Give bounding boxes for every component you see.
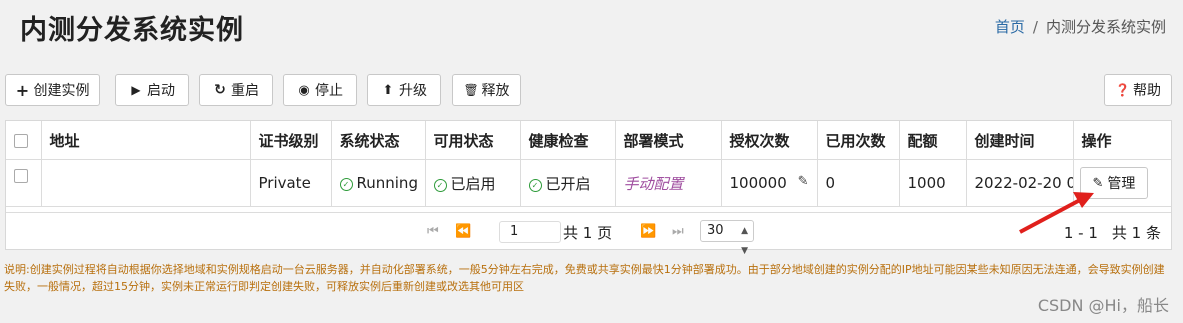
first-page-icon[interactable]: ⏮ bbox=[427, 224, 439, 239]
pagination-info: 1 - 1共 1 条 bbox=[1063, 224, 1161, 242]
deploy-mode-link[interactable]: 手动配置 bbox=[624, 175, 684, 193]
prev-page-icon[interactable]: ⏪ bbox=[455, 224, 471, 239]
play-icon: ▶ bbox=[131, 83, 141, 97]
column-header-available-status[interactable]: 可用状态 bbox=[425, 121, 521, 160]
column-header-address[interactable]: 地址 bbox=[41, 121, 251, 160]
start-button[interactable]: ▶ 启动 bbox=[115, 74, 189, 106]
page-size-select[interactable]: 30 ▲ ▼ bbox=[700, 220, 754, 256]
check-circle-icon: ✓ bbox=[528, 178, 542, 192]
cell-actions: ✎ 管理 bbox=[1073, 159, 1171, 207]
column-header-used-count[interactable]: 已用次数 bbox=[817, 121, 900, 160]
plus-icon: + bbox=[15, 80, 30, 100]
cell-available-status: ✓ 已启用 bbox=[425, 159, 521, 207]
watermark: CSDN @Hi，船长 bbox=[1037, 296, 1169, 315]
column-header-quota[interactable]: 配额 bbox=[899, 121, 967, 160]
cell-health-check: ✓ 已开启 bbox=[520, 159, 616, 207]
total-pages-text: 共 1 页 bbox=[563, 224, 613, 242]
question-circle-icon: ❓ bbox=[1115, 83, 1130, 97]
select-all-checkbox-cell bbox=[6, 121, 42, 160]
pagination-bar: ⏮ ⏪ 1 共 1 页 ⏩ ⏭ 30 ▲ ▼ 1 - 1共 1 条 bbox=[6, 212, 1171, 256]
check-circle-icon: ✓ bbox=[433, 178, 447, 192]
arrow-up-circle-icon: ⬆ bbox=[382, 82, 394, 98]
column-header-cert-level[interactable]: 证书级别 bbox=[250, 121, 332, 160]
page-header: 内测分发系统实例 首页 / 内测分发系统实例 bbox=[0, 0, 1183, 56]
last-page-icon[interactable]: ⏭ bbox=[672, 224, 684, 239]
stop-button[interactable]: ◉ 停止 bbox=[283, 74, 357, 106]
manage-button[interactable]: ✎ 管理 bbox=[1079, 167, 1149, 199]
cell-quota: 1000 bbox=[899, 159, 967, 207]
breadcrumb-current: 内测分发系统实例 bbox=[1045, 18, 1166, 36]
table-header-row: 地址 证书级别 系统状态 可用状态 健康检查 部署模式 授权次数 已用次数 配额… bbox=[6, 121, 1171, 160]
create-instance-button[interactable]: + 创建实例 bbox=[5, 74, 100, 106]
cell-cert-level: Private bbox=[250, 159, 332, 207]
instance-table: 地址 证书级别 系统状态 可用状态 健康检查 部署模式 授权次数 已用次数 配额… bbox=[6, 121, 1171, 207]
column-header-deploy-mode[interactable]: 部署模式 bbox=[615, 121, 722, 160]
page-number-input[interactable]: 1 bbox=[499, 221, 561, 243]
edit-icon[interactable]: ✎ bbox=[798, 174, 809, 189]
column-header-auth-count[interactable]: 授权次数 bbox=[721, 121, 818, 160]
toolbar: + 创建实例 ▶ 启动 ↻ 重启 ◉ 停止 ⬆ 升级 🗑 释放 ❓ 帮助 bbox=[5, 74, 1177, 108]
page-title: 内测分发系统实例 bbox=[20, 15, 244, 46]
trash-icon: 🗑 bbox=[463, 83, 479, 97]
breadcrumb-separator: / bbox=[1032, 18, 1038, 36]
cell-created-at: 2022-02-20 09 bbox=[966, 159, 1074, 207]
breadcrumb-home-link[interactable]: 首页 bbox=[995, 18, 1025, 36]
cell-used-count: 0 bbox=[817, 159, 900, 207]
check-circle-icon: ✓ bbox=[339, 178, 353, 191]
edit-icon: ✎ bbox=[1092, 175, 1104, 191]
cell-address bbox=[41, 159, 251, 207]
column-header-health-check[interactable]: 健康检查 bbox=[520, 121, 616, 160]
refresh-icon: ↻ bbox=[214, 82, 226, 98]
select-all-checkbox[interactable] bbox=[14, 133, 28, 148]
cell-auth-count: 100000 ✎ bbox=[721, 159, 818, 207]
row-checkbox[interactable] bbox=[14, 168, 28, 183]
help-button[interactable]: ❓ 帮助 bbox=[1104, 74, 1172, 106]
cell-deploy-mode: 手动配置 bbox=[615, 159, 722, 207]
row-checkbox-cell bbox=[6, 159, 42, 207]
restart-button[interactable]: ↻ 重启 bbox=[199, 74, 273, 106]
stop-circle-icon: ◉ bbox=[298, 82, 310, 98]
breadcrumb: 首页 / 内测分发系统实例 bbox=[995, 16, 1166, 37]
next-page-icon[interactable]: ⏩ bbox=[640, 224, 656, 239]
column-header-created-at[interactable]: 创建时间 bbox=[966, 121, 1074, 160]
instruction-note: 说明:创建实例过程将自动根据你选择地域和实例规格启动一台云服务器，并自动化部署系… bbox=[4, 263, 1165, 293]
column-header-system-status[interactable]: 系统状态 bbox=[331, 121, 426, 160]
column-header-actions: 操作 bbox=[1073, 121, 1171, 160]
instance-table-panel: 地址 证书级别 系统状态 可用状态 健康检查 部署模式 授权次数 已用次数 配额… bbox=[5, 120, 1172, 256]
chevron-updown-icon: ▲ ▼ bbox=[741, 226, 748, 256]
table-row: Private ✓ Running ✓ 已启用 ✓ 已开启 手动配置 100000 ✎ … bbox=[6, 159, 1171, 207]
cell-system-status: ✓ Running bbox=[331, 159, 426, 207]
release-button[interactable]: 🗑 释放 bbox=[452, 74, 521, 106]
upgrade-button[interactable]: ⬆ 升级 bbox=[367, 74, 441, 106]
